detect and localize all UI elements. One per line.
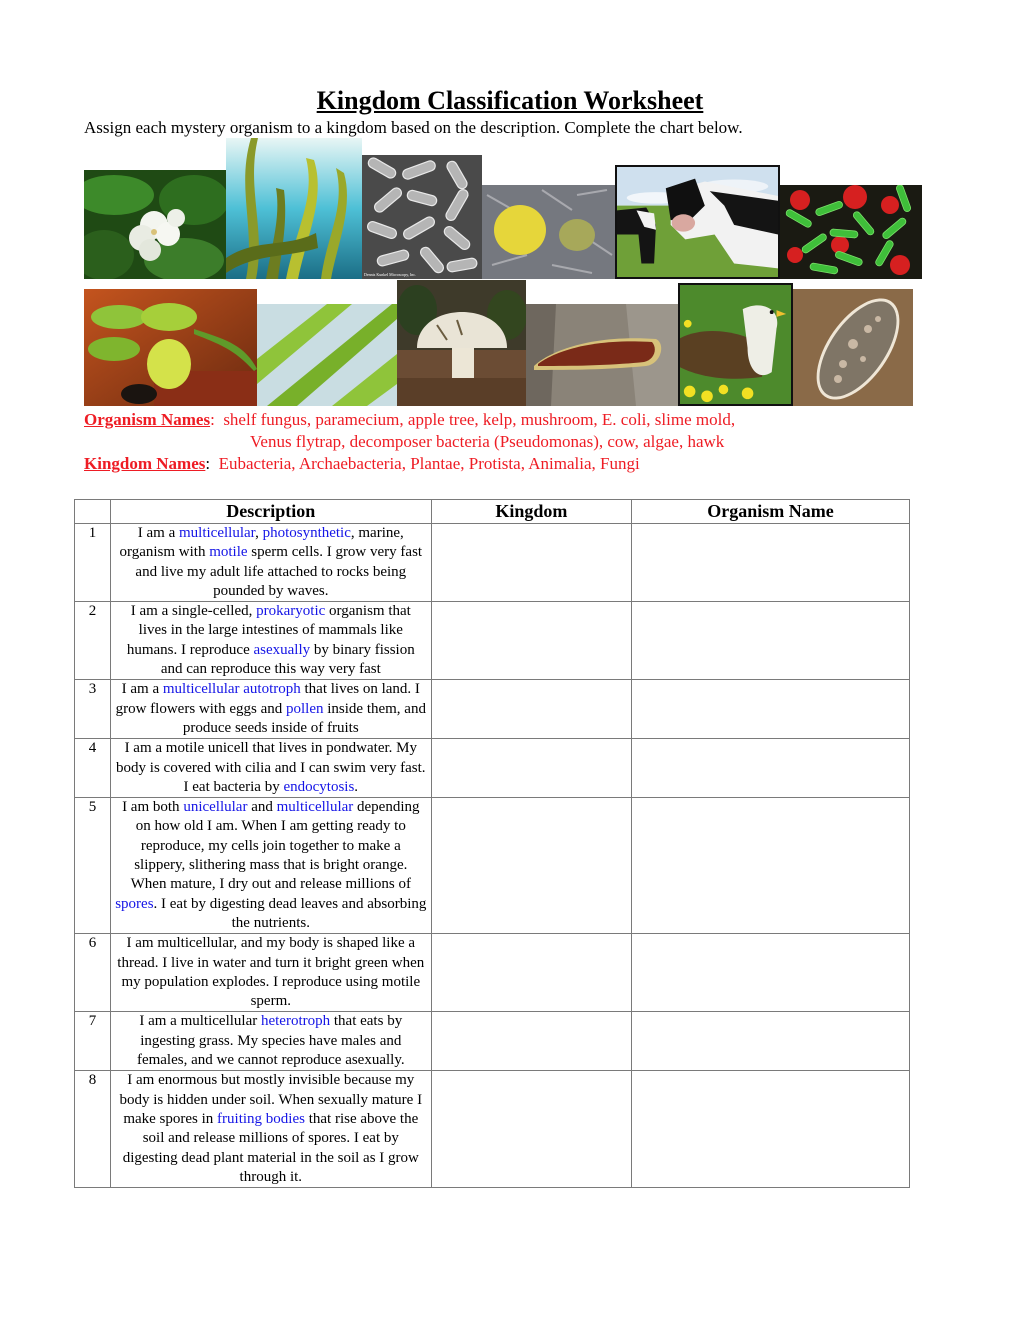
- vocab-term: fruiting bodies: [217, 1110, 305, 1127]
- row-description: I am a multicellular, photosynthetic, ma…: [109, 522, 432, 603]
- table-row: 6I am multicellular, and my body is shap…: [74, 933, 910, 1013]
- organism-names-separator: :: [210, 410, 215, 429]
- kingdom-answer-cell[interactable]: [430, 797, 633, 935]
- photo-algae: [257, 304, 397, 406]
- description-text: I am a motile unicell that lives in pond…: [116, 740, 426, 795]
- photo-shelf-fungus: [526, 304, 678, 406]
- description-text: . I eat by digesting dead leaves and abs…: [153, 895, 427, 931]
- table-row: 4I am a motile unicell that lives in pon…: [74, 738, 910, 799]
- vocab-term: endocytosis: [283, 778, 355, 795]
- description-text: .: [354, 778, 359, 795]
- row-number: 3: [74, 679, 111, 740]
- table-row: 2I am a single-celled, prokaryotic organ…: [74, 601, 910, 681]
- photo-mushroom: [397, 280, 526, 406]
- kingdom-names-line: Kingdom Names: Eubacteria, Archaebacteri…: [84, 453, 640, 475]
- kingdom-answer-cell[interactable]: [430, 933, 633, 1013]
- row-number: 2: [74, 601, 111, 681]
- vocab-term: motile: [209, 544, 248, 561]
- vocab-term: heterotroph: [260, 1013, 331, 1030]
- row-number: 1: [74, 522, 111, 603]
- worksheet-title: Kingdom Classification Worksheet: [316, 86, 704, 115]
- row-number: 4: [74, 738, 111, 799]
- table-row: 3I am a multicellular autotroph that liv…: [74, 679, 910, 740]
- vocab-term: pollen: [285, 700, 324, 717]
- table-row: 7I am a multicellular heterotroph that e…: [74, 1011, 910, 1072]
- photo-venus-flytrap: [84, 289, 257, 406]
- kingdom-answer-cell[interactable]: [430, 1011, 633, 1072]
- instructions: Assign each mystery organism to a kingdo…: [84, 118, 743, 137]
- description-text: I am multicellular, and my body is shape…: [117, 935, 425, 1010]
- vocab-term: prokaryotic: [256, 603, 326, 620]
- header-organism-name: Organism Name: [631, 499, 910, 524]
- vocab-term: multicellular autotroph: [162, 681, 301, 698]
- table-row: 8I am enormous but mostly invisible beca…: [74, 1070, 910, 1189]
- photo-kelp: [226, 138, 362, 279]
- kingdom-names-separator: :: [205, 454, 211, 473]
- organism-answer-cell[interactable]: [631, 679, 910, 740]
- table-row: 5I am both unicellular and multicellular…: [74, 797, 910, 935]
- organism-names-label: Organism Names: [84, 410, 211, 429]
- organism-names-line-1: Organism Names: shelf fungus, paramecium…: [84, 409, 735, 431]
- row-description: I am a motile unicell that lives in pond…: [109, 738, 432, 799]
- organism-answer-cell[interactable]: [631, 601, 910, 681]
- organism-answer-cell[interactable]: [631, 797, 910, 935]
- row-description: I am both unicellular and multicellular …: [109, 797, 432, 935]
- description-text: I am both: [122, 799, 184, 816]
- row-description: I am enormous but mostly invisible becau…: [109, 1070, 432, 1189]
- description-text: and: [247, 799, 277, 816]
- vocab-term: multicellular: [276, 799, 354, 816]
- organism-answer-cell[interactable]: [631, 1070, 910, 1189]
- row-description: I am a single-celled, prokaryotic organi…: [109, 601, 432, 681]
- row-number: 8: [74, 1070, 111, 1189]
- kingdom-answer-cell[interactable]: [430, 522, 633, 603]
- photo-cow: [615, 165, 780, 279]
- kingdom-answer-cell[interactable]: [430, 601, 633, 681]
- photo-ecoli-micrograph: Dennis Kunkel Microscopy, Inc.: [362, 155, 482, 279]
- row-number: 5: [74, 797, 111, 935]
- photo-paramecium: [793, 289, 913, 406]
- description-text: I am a single-celled,: [130, 603, 257, 620]
- description-text: I am a: [137, 525, 180, 541]
- classification-table: Description Kingdom Organism Name 1I am …: [74, 499, 910, 1189]
- organism-answer-cell[interactable]: [631, 522, 910, 603]
- table-header-row: Description Kingdom Organism Name: [74, 499, 910, 524]
- vocab-term: multicellular: [179, 525, 256, 541]
- photo-decomposer-bacteria: [780, 185, 922, 279]
- row-number: 7: [74, 1011, 111, 1072]
- kingdom-answer-cell[interactable]: [430, 1070, 633, 1189]
- vocab-term: unicellular: [183, 799, 248, 816]
- description-text: I am a: [121, 681, 163, 698]
- organism-answer-cell[interactable]: [631, 1011, 910, 1072]
- table-row: 1I am a multicellular, photosynthetic, m…: [74, 522, 910, 603]
- vocab-term: spores: [115, 895, 154, 912]
- organism-names-list-2: Venus flytrap, decomposer bacteria (Pseu…: [250, 432, 725, 451]
- photo-slime-mold: [482, 185, 615, 279]
- photo-apple-tree: [84, 170, 226, 279]
- kingdom-names-label: Kingdom Names: [84, 454, 206, 473]
- description-text: I am a multicellular: [139, 1013, 261, 1030]
- header-number: [74, 499, 111, 524]
- organism-answer-cell[interactable]: [631, 738, 910, 799]
- organism-answer-cell[interactable]: [631, 933, 910, 1013]
- description-text: ,: [255, 525, 263, 541]
- row-description: I am a multicellular autotroph that live…: [109, 679, 432, 740]
- header-description: Description: [109, 499, 432, 524]
- vocab-term: photosynthetic: [262, 525, 351, 541]
- organism-names-list-1: shelf fungus, paramecium, apple tree, ke…: [223, 410, 736, 429]
- vocab-term: asexually: [253, 641, 311, 658]
- kingdom-answer-cell[interactable]: [430, 738, 633, 799]
- header-kingdom: Kingdom: [430, 499, 633, 524]
- photo-hawk: [678, 283, 793, 406]
- row-number: 6: [74, 933, 111, 1013]
- kingdom-answer-cell[interactable]: [430, 679, 633, 740]
- kingdom-names-list: Eubacteria, Archaebacteria, Plantae, Pro…: [218, 454, 640, 473]
- row-description: I am a multicellular heterotroph that ea…: [109, 1011, 432, 1072]
- row-description: I am multicellular, and my body is shape…: [109, 933, 432, 1013]
